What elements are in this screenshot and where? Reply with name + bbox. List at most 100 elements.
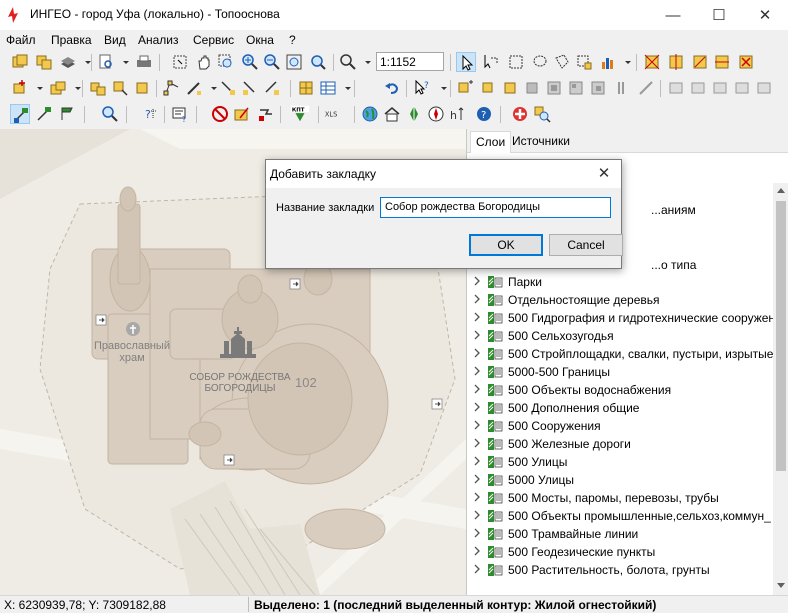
cancel-button[interactable]: Cancel: [549, 234, 623, 256]
layer-row[interactable]: 500 Геодезические пункты: [467, 543, 773, 561]
scale-input[interactable]: 1:1152: [376, 52, 444, 71]
menu-edit[interactable]: Правка: [51, 33, 92, 47]
new-map-button[interactable]: [10, 52, 30, 72]
chart-button[interactable]: [598, 52, 618, 72]
arrow-tool-3-button[interactable]: [262, 78, 282, 98]
zoom-object-button[interactable]: [532, 104, 552, 124]
zoom-in-button[interactable]: [240, 52, 260, 72]
scrollbar-thumb[interactable]: [776, 201, 786, 471]
layer-visibility-icon[interactable]: [487, 328, 503, 344]
layer-visibility-icon[interactable]: [487, 526, 503, 542]
menu-analysis[interactable]: Анализ: [138, 33, 179, 47]
menu-help[interactable]: ?: [289, 33, 296, 47]
compass-button[interactable]: [404, 104, 424, 124]
layer-visibility-icon[interactable]: [487, 382, 503, 398]
zoom-window-button[interactable]: [216, 52, 236, 72]
open-map-button[interactable]: [34, 52, 54, 72]
home-button[interactable]: [382, 104, 402, 124]
snap-tool-3-button[interactable]: [58, 104, 78, 124]
chevron-right-icon[interactable]: [472, 366, 482, 376]
vertex-tool-button[interactable]: [162, 78, 182, 98]
scroll-down-icon[interactable]: [777, 583, 785, 589]
layer-visibility-icon[interactable]: [487, 346, 503, 362]
tab-layers[interactable]: Слои: [470, 131, 512, 153]
layer-row[interactable]: 500 Трамвайные линии: [467, 525, 773, 543]
layer-row[interactable]: 500 Сельхозугодья: [467, 327, 773, 345]
object-tool-2-button[interactable]: [110, 78, 130, 98]
menu-file[interactable]: Файл: [6, 33, 36, 47]
grey-tool-1-button[interactable]: [522, 78, 542, 98]
select-rect-button[interactable]: [506, 52, 526, 72]
snap-tool-1-button[interactable]: [10, 104, 30, 124]
chart-dropdown[interactable]: [618, 52, 631, 72]
grey-tool-6-button[interactable]: [636, 78, 656, 98]
print-dropdown[interactable]: [116, 52, 129, 72]
table-dropdown[interactable]: [338, 78, 351, 98]
object-tool-3-button[interactable]: [132, 78, 152, 98]
scroll-up-icon[interactable]: [777, 187, 785, 193]
chevron-right-icon[interactable]: [472, 276, 482, 286]
edit-copy-button[interactable]: [456, 78, 476, 98]
edit-tool-4-button[interactable]: [712, 52, 732, 72]
layer-add-button[interactable]: [10, 78, 30, 98]
grey-tool-5-button[interactable]: [614, 78, 634, 98]
select-dashed-button[interactable]: [480, 52, 500, 72]
navigator-button[interactable]: [426, 104, 446, 124]
ok-button[interactable]: OK: [469, 234, 543, 256]
chevron-right-icon[interactable]: [472, 384, 482, 394]
layer-visibility-icon[interactable]: [487, 508, 503, 524]
grey-tool-4-button[interactable]: [588, 78, 608, 98]
bookmark-name-input[interactable]: Собор рождества Богородицы: [380, 197, 611, 218]
grey-tool-9-button[interactable]: [710, 78, 730, 98]
layer-visibility-icon[interactable]: [487, 436, 503, 452]
close-button[interactable]: ✕: [742, 0, 788, 30]
edit-tool-5-button[interactable]: [736, 52, 756, 72]
layer-row[interactable]: 500 Железные дороги: [467, 435, 773, 453]
height-tool-button[interactable]: h: [448, 104, 468, 124]
print-preview-button[interactable]: [96, 52, 116, 72]
layer-visibility-icon[interactable]: [487, 562, 503, 578]
select-polygon-button[interactable]: [552, 52, 572, 72]
scale-dropdown[interactable]: [358, 52, 371, 72]
select-lasso-button[interactable]: [530, 52, 550, 72]
layers-scrollbar[interactable]: [773, 183, 788, 595]
layer-visibility-icon[interactable]: [487, 292, 503, 308]
layer-grid-button[interactable]: [296, 78, 316, 98]
arrow-tool-2-button[interactable]: [240, 78, 260, 98]
zoom-all-button[interactable]: [284, 52, 304, 72]
line-tool-button[interactable]: [184, 78, 204, 98]
undo-button[interactable]: [382, 78, 402, 98]
menu-view[interactable]: Вид: [104, 33, 126, 47]
print-button[interactable]: [134, 52, 154, 72]
chevron-right-icon[interactable]: [472, 330, 482, 340]
chevron-right-icon[interactable]: [472, 348, 482, 358]
menu-windows[interactable]: Окна: [246, 33, 274, 47]
layer-visibility-icon[interactable]: [487, 310, 503, 326]
chevron-right-icon[interactable]: [472, 546, 482, 556]
select-arrow-button[interactable]: [456, 52, 476, 72]
layer-row[interactable]: 500 Дополнения общие: [467, 399, 773, 417]
chevron-right-icon[interactable]: [472, 510, 482, 520]
layer-row[interactable]: 500 Улицы: [467, 453, 773, 471]
measure-button[interactable]: [256, 104, 276, 124]
table-button[interactable]: [318, 78, 338, 98]
layer-row[interactable]: 5000 Улицы: [467, 471, 773, 489]
layer-row[interactable]: 5000-500 Границы: [467, 363, 773, 381]
zoom-out-button[interactable]: [262, 52, 282, 72]
chevron-right-icon[interactable]: [472, 312, 482, 322]
arrow-tool-1-button[interactable]: [218, 78, 238, 98]
edit-tool-3-button[interactable]: [690, 52, 710, 72]
layer-row[interactable]: 500 Растительность, болота, грунты: [467, 561, 773, 578]
chevron-right-icon[interactable]: [472, 420, 482, 430]
query-button[interactable]: ?: [142, 104, 162, 124]
chevron-right-icon[interactable]: [472, 438, 482, 448]
no-entry-button[interactable]: [210, 104, 230, 124]
minimize-button[interactable]: —: [650, 0, 696, 30]
tab-sources[interactable]: Источники: [507, 131, 575, 153]
chevron-right-icon[interactable]: [472, 402, 482, 412]
layer-copy-button[interactable]: [48, 78, 68, 98]
layer-row[interactable]: 500 Объекты водоснабжения: [467, 381, 773, 399]
kpt-button[interactable]: КПТ: [290, 104, 312, 124]
chevron-right-icon[interactable]: [472, 294, 482, 304]
grey-tool-3-button[interactable]: [566, 78, 586, 98]
